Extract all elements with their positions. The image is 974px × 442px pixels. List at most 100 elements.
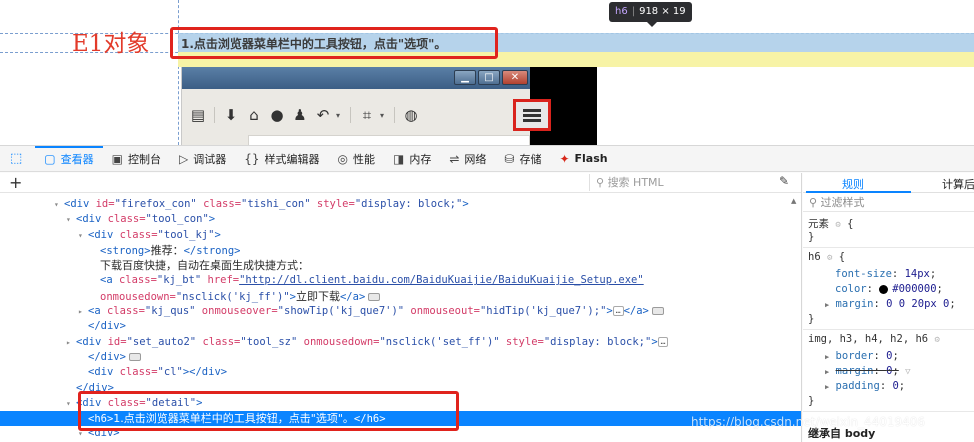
expand-toggle-icon[interactable]: ▾ bbox=[66, 396, 76, 411]
hamburger-menu-button[interactable] bbox=[513, 99, 551, 131]
picker-icon: ⬚ bbox=[10, 151, 23, 166]
guide-line-left bbox=[178, 0, 179, 145]
markup-line[interactable]: <a class="kj_bt" href="http://dl.client.… bbox=[0, 273, 801, 288]
expand-icon[interactable]: ▶ bbox=[825, 353, 829, 361]
filter-icon[interactable]: ▽ bbox=[905, 367, 910, 377]
prop-padding-name[interactable]: padding bbox=[836, 380, 880, 392]
prop-margin-name[interactable]: margin bbox=[836, 298, 874, 310]
markup-line[interactable]: ▾ <div id="firefox_con" class="tishi_con"… bbox=[0, 197, 801, 212]
prop-margin-overridden-value[interactable]: 0 bbox=[886, 365, 892, 377]
crop-icon[interactable]: ⌗ bbox=[357, 105, 377, 125]
collapsed-content-icon[interactable]: … bbox=[657, 336, 669, 347]
markup-line[interactable]: ▸ <div id="set_auto2" class="tool_sz" onm… bbox=[0, 335, 801, 350]
expand-toggle-icon[interactable]: ▸ bbox=[78, 304, 88, 319]
prop-font-size-value[interactable]: 14px bbox=[905, 268, 930, 280]
prop-color-value[interactable]: #000000 bbox=[892, 283, 936, 295]
scroll-up-icon[interactable]: ▲ bbox=[791, 197, 796, 205]
tab-computed[interactable]: 计算后 bbox=[942, 176, 974, 192]
markup-token: class= bbox=[107, 213, 146, 226]
filter-styles-input[interactable]: ⚲ 过滤样式 bbox=[803, 193, 974, 212]
download-icon[interactable]: ⬇ bbox=[221, 105, 241, 125]
debugger-icon: ▷ bbox=[178, 151, 189, 166]
expand-icon[interactable]: ▶ bbox=[825, 383, 829, 391]
user-icon[interactable]: ♟ bbox=[290, 105, 310, 125]
prop-font-size-name[interactable]: font-size bbox=[835, 268, 892, 280]
markup-line[interactable]: onmousedown="nsclick('kj_ff')">立即下载</a> bbox=[0, 289, 801, 304]
collapsed-content-icon[interactable]: … bbox=[612, 306, 624, 317]
prop-margin-value[interactable]: 0 0 20px 0 bbox=[886, 298, 949, 310]
markup-line[interactable]: 下载百度快捷，自动在桌面生成快捷方式： bbox=[0, 258, 801, 273]
prop-color-name[interactable]: color bbox=[835, 283, 867, 295]
markup-token: </a> bbox=[339, 290, 366, 303]
tab-network[interactable]: ⇌ 网络 bbox=[440, 146, 495, 172]
expand-icon[interactable]: ▶ bbox=[825, 301, 829, 309]
prop-border-value[interactable]: 0 bbox=[886, 350, 892, 362]
add-node-icon[interactable]: + bbox=[9, 173, 22, 192]
bookmarks-list-icon[interactable]: ▤ bbox=[188, 105, 208, 125]
markup-token: "kj_bt" bbox=[156, 274, 202, 287]
gear-icon[interactable]: ⚙ bbox=[934, 335, 939, 345]
markup-line[interactable]: ▸ <a class="kj_qus" onmouseover="showTip(… bbox=[0, 304, 801, 319]
event-badge-icon[interactable] bbox=[128, 352, 141, 361]
chat-icon[interactable]: ● bbox=[267, 105, 287, 125]
eyedropper-icon[interactable]: ✎ bbox=[779, 174, 789, 188]
tab-inspector[interactable]: ▢ 查看器 bbox=[35, 145, 103, 172]
markup-token: 推荐： bbox=[150, 243, 184, 257]
expand-toggle-icon[interactable]: ▾ bbox=[78, 228, 88, 243]
markup-token: "tool_kj" bbox=[157, 228, 215, 241]
markup-line[interactable]: </div> bbox=[0, 319, 801, 334]
minimize-button[interactable]: ▁ bbox=[454, 70, 476, 85]
expand-toggle-icon[interactable]: ▸ bbox=[66, 335, 76, 350]
tab-label: 存储 bbox=[519, 152, 542, 166]
markup-line[interactable]: ▾ <div class="tool_con"> bbox=[0, 212, 801, 227]
gear-icon[interactable]: ⚙ bbox=[827, 253, 832, 263]
markup-line[interactable]: <strong>推荐：</strong> bbox=[0, 243, 801, 258]
markup-token: "tool_con" bbox=[145, 213, 209, 226]
undo-icon[interactable]: ↶ bbox=[313, 105, 333, 125]
markup-token: > bbox=[214, 228, 221, 241]
markup-token: <div bbox=[64, 198, 96, 210]
markup-line[interactable]: <div class="cl"></div> bbox=[0, 365, 801, 380]
markup-token: onmouseout= bbox=[404, 305, 480, 318]
expand-icon[interactable]: ▶ bbox=[825, 368, 829, 376]
markup-token: class= bbox=[196, 198, 242, 210]
event-badge-icon[interactable] bbox=[368, 292, 381, 301]
event-badge-icon[interactable] bbox=[651, 307, 664, 316]
expand-toggle-icon[interactable]: ▾ bbox=[54, 197, 64, 212]
home-icon[interactable]: ⌂ bbox=[244, 105, 264, 125]
tab-flash[interactable]: ✦ Flash bbox=[550, 146, 616, 172]
markup-token: </div> bbox=[88, 350, 126, 363]
markup-token: "firefox_con" bbox=[114, 198, 197, 210]
tab-storage[interactable]: ⛁ 存储 bbox=[495, 146, 550, 172]
tab-memory[interactable]: ◨ 内存 bbox=[384, 146, 440, 172]
color-swatch[interactable] bbox=[879, 284, 889, 294]
devtools-tab-bar: ⬚ ▢ 查看器 ▣ 控制台 ▷ 调试器 {} 样式编辑器 ◎ 性能 ◨ 内存 ⇌ 网络 ⛁ 存储… bbox=[0, 145, 974, 172]
markup-line[interactable]: </div> bbox=[0, 350, 801, 365]
prop-margin-overridden-name[interactable]: margin bbox=[836, 365, 874, 377]
markup-line[interactable]: ▾ <div class="tool_kj"> bbox=[0, 228, 801, 243]
tab-debugger[interactable]: ▷ 调试器 bbox=[170, 146, 235, 172]
window-close-button[interactable]: ✕ bbox=[502, 70, 528, 85]
expand-toggle-icon[interactable]: ▾ bbox=[66, 212, 76, 227]
undo-dropdown-icon[interactable]: ▾ bbox=[336, 111, 344, 120]
tab-performance[interactable]: ◎ 性能 bbox=[329, 146, 384, 172]
search-html-input[interactable]: ⚲ 搜索 HTML bbox=[589, 174, 769, 191]
prop-border-name[interactable]: border bbox=[836, 350, 874, 362]
element-rule-label: 元素 bbox=[808, 218, 829, 230]
element-picker-button[interactable]: ⬚ bbox=[6, 146, 35, 172]
tab-style-editor[interactable]: {} 样式编辑器 bbox=[235, 146, 328, 172]
network-icon: ⇌ bbox=[449, 151, 460, 166]
markup-toolbar: + ⚲ 搜索 HTML ✎ bbox=[0, 173, 801, 193]
comment-icon[interactable]: ◍ bbox=[401, 105, 421, 125]
tab-label: 查看器 bbox=[60, 152, 94, 166]
prop-padding-value[interactable]: 0 bbox=[892, 380, 898, 392]
markup-token: 立即下载 bbox=[295, 289, 340, 303]
maximize-button[interactable]: □ bbox=[478, 70, 500, 85]
tab-rules[interactable]: 规则 bbox=[806, 176, 911, 193]
gear-icon[interactable]: ⚙ bbox=[835, 220, 840, 230]
markup-token: "set_auto2" bbox=[126, 335, 197, 348]
crop-dropdown-icon[interactable]: ▾ bbox=[380, 111, 388, 120]
markup-token: "http://dl.client.baidu.com/BaiduKuaijie… bbox=[239, 274, 644, 287]
tab-console[interactable]: ▣ 控制台 bbox=[103, 146, 170, 172]
performance-icon: ◎ bbox=[337, 151, 348, 166]
